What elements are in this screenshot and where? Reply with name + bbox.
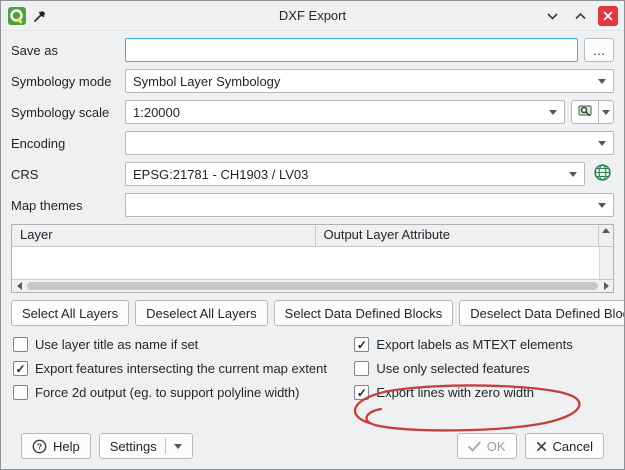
scroll-left-button[interactable] [12, 280, 26, 292]
chevron-down-icon [602, 110, 610, 115]
table-header: Layer Output Layer Attribute [12, 225, 613, 247]
scale-options-dropdown[interactable] [599, 100, 614, 124]
cancel-button[interactable]: Cancel [525, 433, 604, 459]
qgis-logo-icon [7, 6, 27, 26]
globe-crs-icon [593, 163, 612, 185]
dxf-export-dialog: DXF Export Save as … Symbology mode [0, 0, 625, 470]
vertical-scrollbar[interactable] [599, 247, 613, 279]
checkbox-use-only-selected-features[interactable]: Use only selected features [354, 361, 612, 376]
save-as-label: Save as [11, 43, 119, 58]
symbology-scale-select[interactable]: 1:20000 [125, 100, 565, 124]
chevron-down-icon [174, 444, 182, 449]
layers-table: Layer Output Layer Attribute [11, 224, 614, 293]
chevron-down-icon [569, 172, 577, 177]
symbology-mode-row: Symbology mode Symbol Layer Symbology [11, 69, 614, 93]
layer-buttons-row: Select All Layers Deselect All Layers Se… [11, 300, 614, 326]
ok-button-label: OK [487, 439, 506, 454]
crs-row: CRS EPSG:21781 - CH1903 / LV03 [11, 162, 614, 186]
checkbox-label: Export lines with zero width [376, 385, 534, 400]
checkbox-icon[interactable]: ✓ [354, 385, 369, 400]
chevron-down-icon [598, 203, 606, 208]
table-body[interactable] [12, 247, 613, 279]
checkbox-force-2d-output[interactable]: Force 2d output (eg. to support polyline… [13, 385, 354, 400]
browse-button[interactable]: … [584, 38, 614, 62]
ok-check-icon [468, 441, 481, 452]
help-button-label: Help [53, 439, 80, 454]
vertical-scrollbar-top[interactable] [599, 225, 613, 246]
pin-icon[interactable] [31, 4, 49, 28]
footer-button-bar: ? Help Settings OK Canc [11, 425, 614, 469]
scroll-right-icon [604, 282, 609, 290]
crs-select[interactable]: EPSG:21781 - CH1903 / LV03 [125, 162, 585, 186]
symbology-scale-row: Symbology scale 1:20000 [11, 100, 614, 124]
chevron-down-icon [598, 79, 606, 84]
symbology-scale-label: Symbology scale [11, 105, 119, 120]
cancel-x-icon [536, 441, 547, 452]
encoding-label: Encoding [11, 136, 119, 151]
cancel-button-label: Cancel [553, 439, 593, 454]
deselect-data-defined-blocks-button[interactable]: Deselect Data Defined Blocks [459, 300, 625, 326]
settings-button-label: Settings [110, 439, 157, 454]
checkbox-use-layer-title[interactable]: Use layer title as name if set [13, 337, 354, 352]
encoding-select[interactable] [125, 131, 614, 155]
column-header-layer[interactable]: Layer [12, 225, 316, 246]
map-themes-row: Map themes [11, 193, 614, 217]
help-icon: ? [32, 439, 47, 454]
titlebar[interactable]: DXF Export [1, 1, 624, 31]
close-button[interactable] [598, 6, 618, 26]
scroll-up-icon [602, 228, 610, 233]
symbology-mode-select[interactable]: Symbol Layer Symbology [125, 69, 614, 93]
ok-button[interactable]: OK [457, 433, 517, 459]
checkbox-icon[interactable]: ✓ [13, 361, 28, 376]
horizontal-scrollbar-thumb[interactable] [27, 282, 598, 290]
scale-from-canvas-splitbutton [571, 100, 614, 124]
symbology-mode-label: Symbology mode [11, 74, 119, 89]
checkbox-icon[interactable] [354, 361, 369, 376]
checkbox-label: Export labels as MTEXT elements [376, 337, 572, 352]
select-crs-button[interactable] [591, 162, 614, 186]
crs-label: CRS [11, 167, 119, 182]
settings-button[interactable]: Settings [99, 433, 193, 459]
select-data-defined-blocks-button[interactable]: Select Data Defined Blocks [274, 300, 454, 326]
save-as-row: Save as … [11, 38, 614, 62]
symbology-scale-value: 1:20000 [133, 105, 543, 120]
horizontal-scrollbar-track[interactable] [26, 280, 599, 292]
save-as-input[interactable] [133, 39, 570, 61]
checkbox-icon[interactable]: ✓ [354, 337, 369, 352]
symbology-mode-value: Symbol Layer Symbology [133, 74, 592, 89]
checkbox-export-features-intersecting[interactable]: ✓ Export features intersecting the curre… [13, 361, 354, 376]
scroll-left-icon [17, 282, 22, 290]
checkbox-icon[interactable] [13, 385, 28, 400]
crs-value: EPSG:21781 - CH1903 / LV03 [133, 167, 563, 182]
chevron-down-icon [549, 110, 557, 115]
save-as-input-wrap [125, 38, 578, 62]
minimize-button[interactable] [542, 6, 562, 26]
button-divider [165, 438, 166, 454]
horizontal-scrollbar[interactable] [12, 279, 613, 292]
map-themes-label: Map themes [11, 198, 119, 213]
checkbox-label: Use layer title as name if set [35, 337, 198, 352]
deselect-all-layers-button[interactable]: Deselect All Layers [135, 300, 268, 326]
help-button[interactable]: ? Help [21, 433, 91, 459]
checkbox-export-labels-mtext[interactable]: ✓ Export labels as MTEXT elements [354, 337, 612, 352]
options-checkbox-grid: Use layer title as name if set ✓ Export … [11, 333, 614, 400]
checkbox-export-lines-zero-width[interactable]: ✓ Export lines with zero width [354, 385, 612, 400]
map-themes-select[interactable] [125, 193, 614, 217]
scroll-right-button[interactable] [599, 280, 613, 292]
svg-text:?: ? [37, 441, 42, 451]
encoding-row: Encoding [11, 131, 614, 155]
column-header-output-layer-attribute[interactable]: Output Layer Attribute [316, 225, 600, 246]
checkbox-icon[interactable] [13, 337, 28, 352]
checkbox-label: Export features intersecting the current… [35, 361, 327, 376]
checkbox-label: Use only selected features [376, 361, 529, 376]
chevron-down-icon [598, 141, 606, 146]
set-scale-from-canvas-button[interactable] [571, 100, 599, 124]
window-title: DXF Export [1, 8, 624, 23]
maximize-button[interactable] [570, 6, 590, 26]
map-extent-icon [577, 103, 593, 122]
checkbox-label: Force 2d output (eg. to support polyline… [35, 385, 299, 400]
select-all-layers-button[interactable]: Select All Layers [11, 300, 129, 326]
